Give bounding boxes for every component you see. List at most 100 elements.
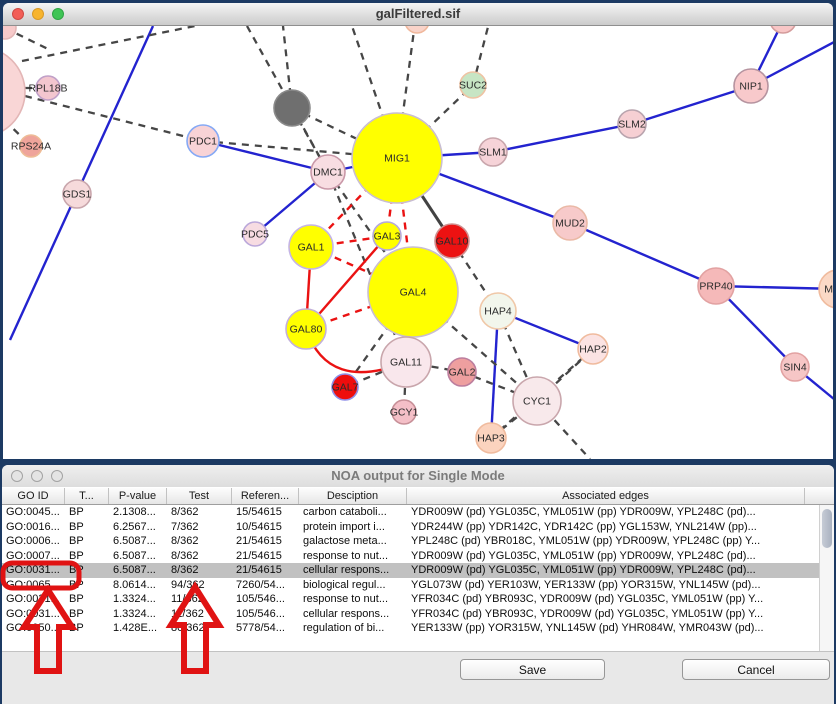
noa-window-titlebar[interactable]: NOA output for Single Mode [2,465,834,488]
node-label: GAL4 [400,287,427,299]
network-edge [491,311,498,438]
cancel-button[interactable]: Cancel [682,659,830,680]
node-label: GAL1 [298,242,325,254]
column-header-referen[interactable]: Referen... [232,488,299,504]
node-label: CYC1 [523,396,551,408]
network-edge [22,26,195,61]
cell-description: response to nut... [299,549,407,564]
cell-assoc: YFR034C (pd) YBR093C, YDR009W (pd) YGL03… [407,607,805,622]
cell-p_value: 8.0614... [109,578,167,593]
table-row[interactable]: GO:0016...BP6.2567...7/36210/54615protei… [2,520,834,535]
cell-reference: 21/54615 [232,563,299,578]
network-window-title: galFiltered.sif [3,6,833,21]
node-label: GAL7 [332,382,359,394]
cell-reference: 21/54615 [232,534,299,549]
cell-p_value: 1.428E... [109,621,167,636]
cell-p_value: 6.5087... [109,534,167,549]
table-row[interactable]: GO:0006...BP6.5087...8/36221/54615galact… [2,534,834,549]
node-label: HAP4 [484,306,512,318]
network-window: galFiltered.sif RPL18BRPS24AGDS1PDC1DMC1… [3,3,833,459]
scrollbar-thumb[interactable] [822,509,832,548]
table-header-row: GO IDT...P-valueTestReferen...Desciption… [2,487,834,505]
node-label: GCY1 [390,407,419,419]
cell-reference: 105/546... [232,607,299,622]
network-node[interactable] [405,26,429,33]
node-label: GDS1 [63,189,92,201]
column-header-goid[interactable]: GO ID [2,488,65,504]
network-node[interactable] [3,47,25,137]
cell-description: protein import i... [299,520,407,535]
cell-type: BP [65,563,109,578]
column-header-pvalue[interactable]: P-value [109,488,167,504]
table-row[interactable]: GO:0031...BP6.5087...8/36221/54615cellul… [2,563,834,578]
cell-p_value: 1.3324... [109,592,167,607]
table-row[interactable]: GO:0065...BP8.0614...94/3627260/54...bio… [2,578,834,593]
cell-go_id: GO:0016... [2,520,65,535]
cell-type: BP [65,549,109,564]
save-button[interactable]: Save [460,659,605,680]
table-row[interactable]: GO:0050...BP1.428E...80/3625778/54...reg… [2,621,834,636]
node-label: MUD2 [555,218,585,230]
cell-test: 8/362 [167,534,232,549]
cell-type: BP [65,520,109,535]
cell-test: 8/362 [167,563,232,578]
table-row[interactable]: GO:0031...BP1.3324...11/362105/546...cel… [2,607,834,622]
cell-description: galactose meta... [299,534,407,549]
cell-reference: 10/54615 [232,520,299,535]
cell-reference: 15/54615 [232,505,299,520]
cell-test: 94/362 [167,578,232,593]
column-header-associatededges[interactable]: Associated edges [407,488,805,504]
node-label: HAP2 [579,344,607,356]
cell-p_value: 6.5087... [109,563,167,578]
cell-assoc: YDR244W (pp) YDR142C, YDR142C (pp) YGL15… [407,520,805,535]
cell-test: 7/362 [167,520,232,535]
cell-go_id: GO:0007... [2,549,65,564]
node-label: GAL3 [374,231,401,243]
cell-assoc: YDR009W (pd) YGL035C, YML051W (pp) YDR00… [407,549,805,564]
node-label: MSL5 [824,284,833,296]
cell-go_id: GO:0045... [2,505,65,520]
noa-window-title: NOA output for Single Mode [2,468,834,483]
column-header-t[interactable]: T... [65,488,109,504]
node-label: GAL11 [390,357,422,369]
network-node[interactable] [770,26,796,33]
table-row[interactable]: GO:0007...BP6.5087...8/36221/54615respon… [2,549,834,564]
node-label: SIN4 [783,362,807,374]
network-edge [493,124,632,152]
cell-type: BP [65,592,109,607]
cell-go_id: GO:0065... [2,578,65,593]
network-node[interactable] [274,90,310,126]
node-label: PDC5 [241,229,269,241]
cell-description: response to nut... [299,592,407,607]
cell-assoc: YDR009W (pd) YGL035C, YML051W (pp) YDR00… [407,505,805,520]
cell-type: BP [65,621,109,636]
cell-description: carbon cataboli... [299,505,407,520]
table-row[interactable]: GO:0031...BP1.3324...11/362105/546...res… [2,592,834,607]
network-node[interactable] [3,26,16,39]
cell-p_value: 6.5087... [109,549,167,564]
node-label: NIP1 [739,81,763,93]
column-header-desciption[interactable]: Desciption [299,488,407,504]
noa-output-window: NOA output for Single Mode GO IDT...P-va… [2,465,834,704]
network-window-titlebar[interactable]: galFiltered.sif [3,3,833,26]
vertical-scrollbar[interactable] [819,505,834,651]
cell-type: BP [65,607,109,622]
cell-p_value: 1.3324... [109,607,167,622]
table-row[interactable]: GO:0045...BP2.1308...8/36215/54615carbon… [2,505,834,520]
column-header-test[interactable]: Test [167,488,232,504]
cell-assoc: YGL073W (pd) YER103W, YER133W (pp) YOR31… [407,578,805,593]
cell-type: BP [65,505,109,520]
network-canvas[interactable]: RPL18BRPS24AGDS1PDC1DMC1MIG1SUC2SLM1SLM2… [3,26,833,459]
network-edge [203,141,328,172]
cell-reference: 21/54615 [232,549,299,564]
node-label: SLM2 [618,119,646,131]
node-label: MIG1 [384,153,410,165]
cell-test: 11/362 [167,607,232,622]
cell-go_id: GO:0050... [2,621,65,636]
cell-test: 8/362 [167,549,232,564]
node-label: DMC1 [313,167,343,179]
node-label: RPS24A [11,141,51,153]
cell-p_value: 6.2567... [109,520,167,535]
node-label: RPL18B [28,83,67,95]
cell-test: 11/362 [167,592,232,607]
